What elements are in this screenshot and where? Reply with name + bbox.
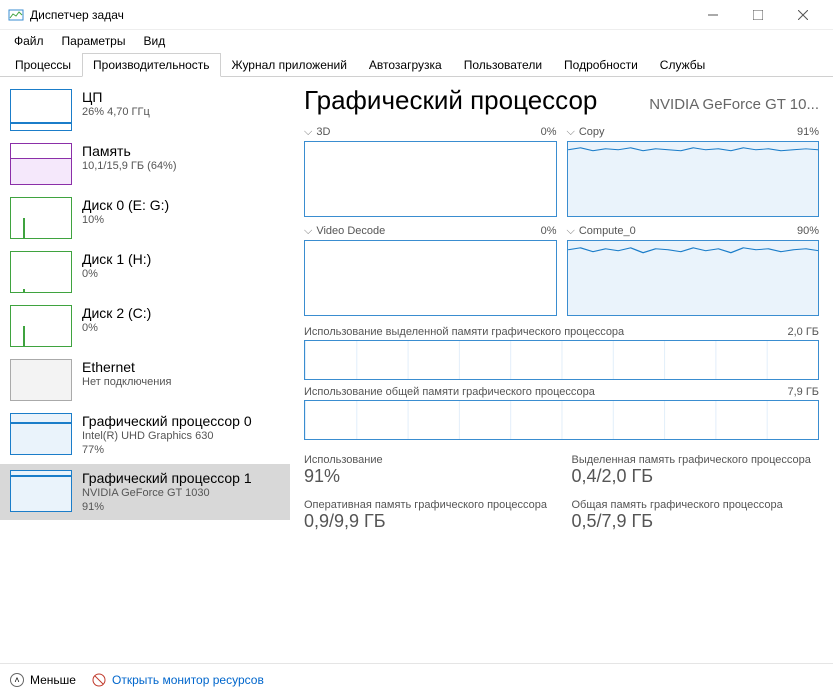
app-icon bbox=[8, 7, 24, 23]
ethernet-title: Ethernet bbox=[82, 359, 171, 375]
gpu0-thumb-icon bbox=[10, 413, 72, 455]
engine-compute-graph bbox=[567, 240, 820, 316]
chevron-down-icon: ⌵ bbox=[304, 225, 312, 237]
tabs: Процессы Производительность Журнал прило… bbox=[0, 52, 833, 77]
gpu1-title: Графический процессор 1 bbox=[82, 470, 252, 486]
engine-copy-label: Copy bbox=[579, 126, 605, 138]
chevron-up-icon: ˄ bbox=[10, 673, 24, 687]
menu-view[interactable]: Вид bbox=[135, 32, 173, 50]
stat-util-value: 91% bbox=[304, 466, 552, 487]
engine-compute-label: Compute_0 bbox=[579, 225, 636, 237]
sidebar-item-ethernet[interactable]: EthernetНет подключения bbox=[0, 353, 290, 407]
tab-app-history[interactable]: Журнал приложений bbox=[221, 53, 358, 77]
footer: ˄Меньше Открыть монитор ресурсов bbox=[0, 663, 833, 695]
disk1-sub: 0% bbox=[82, 267, 151, 281]
dedicated-mem-max: 2,0 ГБ bbox=[787, 326, 819, 338]
gpu1-sub1: NVIDIA GeForce GT 1030 bbox=[82, 486, 252, 500]
engine-3d-label: 3D bbox=[316, 126, 330, 138]
sidebar-item-memory[interactable]: Память10,1/15,9 ГБ (64%) bbox=[0, 137, 290, 191]
chevron-down-icon: ⌵ bbox=[567, 225, 575, 237]
ethernet-thumb-icon bbox=[10, 359, 72, 401]
stat-shared-label: Общая память графического процессора bbox=[572, 499, 820, 511]
cpu-sub: 26% 4,70 ГГц bbox=[82, 105, 150, 119]
gpu0-sub2: 77% bbox=[82, 443, 252, 457]
close-button[interactable] bbox=[780, 1, 825, 29]
engine-3d[interactable]: ⌵ 3D 0% bbox=[304, 126, 557, 217]
memory-thumb-icon bbox=[10, 143, 72, 185]
fewer-details-button[interactable]: ˄Меньше bbox=[10, 673, 76, 687]
cpu-title: ЦП bbox=[82, 89, 150, 105]
engine-3d-pct: 0% bbox=[541, 126, 557, 139]
memory-title: Память bbox=[82, 143, 177, 159]
dedicated-mem-label: Использование выделенной памяти графичес… bbox=[304, 326, 624, 338]
shared-mem-max: 7,9 ГБ bbox=[787, 386, 819, 398]
disk0-thumb-icon bbox=[10, 197, 72, 239]
disk2-sub: 0% bbox=[82, 321, 151, 335]
sidebar-item-gpu0[interactable]: Графический процессор 0Intel(R) UHD Grap… bbox=[0, 407, 290, 464]
engine-vd-pct: 0% bbox=[541, 225, 557, 238]
tab-performance[interactable]: Производительность bbox=[82, 53, 220, 77]
disk0-sub: 10% bbox=[82, 213, 169, 227]
resource-monitor-icon bbox=[92, 673, 106, 687]
gpu0-sub1: Intel(R) UHD Graphics 630 bbox=[82, 429, 252, 443]
sidebar-item-disk0[interactable]: Диск 0 (E: G:)10% bbox=[0, 191, 290, 245]
disk2-thumb-icon bbox=[10, 305, 72, 347]
open-resource-monitor-link[interactable]: Открыть монитор ресурсов bbox=[92, 673, 264, 687]
gpu0-title: Графический процессор 0 bbox=[82, 413, 252, 429]
sidebar: ЦП26% 4,70 ГГц Память10,1/15,9 ГБ (64%) … bbox=[0, 77, 290, 663]
sidebar-item-cpu[interactable]: ЦП26% 4,70 ГГц bbox=[0, 83, 290, 137]
minimize-button[interactable] bbox=[690, 1, 735, 29]
chevron-down-icon: ⌵ bbox=[567, 126, 575, 138]
gpu-model: NVIDIA GeForce GT 10... bbox=[649, 96, 819, 113]
stat-ded-value: 0,4/2,0 ГБ bbox=[572, 466, 820, 487]
tab-users[interactable]: Пользователи bbox=[453, 53, 553, 77]
engine-copy-pct: 91% bbox=[797, 126, 819, 139]
menubar: Файл Параметры Вид bbox=[0, 30, 833, 52]
stat-gpuram-label: Оперативная память графического процессо… bbox=[304, 499, 552, 511]
stat-ded-label: Выделенная память графического процессор… bbox=[572, 454, 820, 466]
sidebar-item-disk1[interactable]: Диск 1 (H:)0% bbox=[0, 245, 290, 299]
engine-copy[interactable]: ⌵ Copy 91% bbox=[567, 126, 820, 217]
stat-util-label: Использование bbox=[304, 454, 552, 466]
page-title: Графический процессор bbox=[304, 85, 597, 116]
stat-shared-value: 0,5/7,9 ГБ bbox=[572, 511, 820, 532]
menu-file[interactable]: Файл bbox=[6, 32, 52, 50]
maximize-button[interactable] bbox=[735, 1, 780, 29]
engine-video-decode[interactable]: ⌵ Video Decode 0% bbox=[304, 225, 557, 316]
titlebar: Диспетчер задач bbox=[0, 0, 833, 30]
dedicated-mem-graph bbox=[304, 340, 819, 380]
engine-vd-graph bbox=[304, 240, 557, 316]
engine-3d-graph bbox=[304, 141, 557, 217]
gpu1-sub2: 91% bbox=[82, 500, 252, 514]
disk1-title: Диск 1 (H:) bbox=[82, 251, 151, 267]
tab-processes[interactable]: Процессы bbox=[4, 53, 82, 77]
tab-startup[interactable]: Автозагрузка bbox=[358, 53, 453, 77]
gpu1-thumb-icon bbox=[10, 470, 72, 512]
disk2-title: Диск 2 (C:) bbox=[82, 305, 151, 321]
disk0-title: Диск 0 (E: G:) bbox=[82, 197, 169, 213]
sidebar-item-gpu1[interactable]: Графический процессор 1NVIDIA GeForce GT… bbox=[0, 464, 290, 521]
chevron-down-icon: ⌵ bbox=[304, 126, 312, 138]
menu-options[interactable]: Параметры bbox=[54, 32, 134, 50]
memory-sub: 10,1/15,9 ГБ (64%) bbox=[82, 159, 177, 173]
engine-compute-pct: 90% bbox=[797, 225, 819, 238]
tab-details[interactable]: Подробности bbox=[553, 53, 649, 77]
shared-mem-label: Использование общей памяти графического … bbox=[304, 386, 595, 398]
sidebar-item-disk2[interactable]: Диск 2 (C:)0% bbox=[0, 299, 290, 353]
engine-copy-graph bbox=[567, 141, 820, 217]
tab-services[interactable]: Службы bbox=[649, 53, 716, 77]
disk1-thumb-icon bbox=[10, 251, 72, 293]
ethernet-sub: Нет подключения bbox=[82, 375, 171, 389]
window-title: Диспетчер задач bbox=[30, 8, 690, 22]
shared-mem-graph bbox=[304, 400, 819, 440]
engine-compute[interactable]: ⌵ Compute_0 90% bbox=[567, 225, 820, 316]
engine-vd-label: Video Decode bbox=[316, 225, 385, 237]
cpu-thumb-icon bbox=[10, 89, 72, 131]
detail-panel: Графический процессор NVIDIA GeForce GT … bbox=[290, 77, 833, 663]
stat-gpuram-value: 0,9/9,9 ГБ bbox=[304, 511, 552, 532]
